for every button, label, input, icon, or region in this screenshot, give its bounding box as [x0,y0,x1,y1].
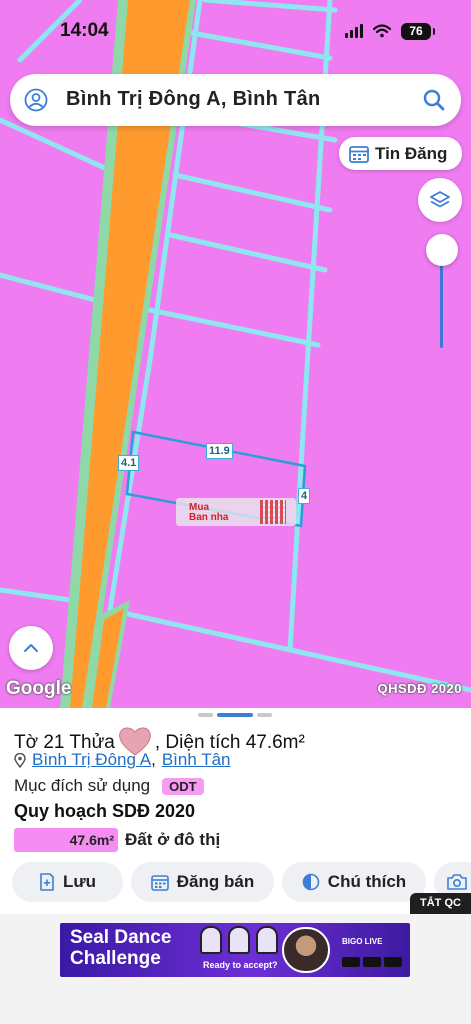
location-separator: , [151,750,156,769]
location-pin-icon [14,752,26,768]
save-button[interactable]: Lưu [12,862,123,902]
status-time: 14:04 [60,20,109,41]
calendar-icon [150,874,169,891]
legend-notes-button-label: Chú thích [327,872,407,891]
google-logo: Google [6,678,72,699]
ad-photo [282,927,330,973]
tin-dang-button[interactable]: Tin Đăng [339,137,462,170]
map-layers-button[interactable] [418,178,462,222]
parcel-top-dimension: 11.9 [206,443,233,459]
tin-dang-label: Tin Đăng [375,143,448,163]
ad-headline-line1: Seal Dance [70,927,172,948]
map-layer-name: QHSDĐ 2020 [377,681,462,696]
cellular-signal-icon [345,24,363,38]
layers-icon [430,191,450,208]
district-link[interactable]: Bình Tân [162,750,231,770]
ad-banner[interactable]: Seal Dance Challenge Ready to accept? BI… [60,923,410,977]
status-icons: 76 [345,20,435,42]
post-sale-button[interactable]: Đăng bán [131,862,274,902]
status-bar: 14:04 76 [0,0,471,62]
land-purpose-label: Mục đích sử dụng [14,776,151,795]
contrast-icon [302,873,320,891]
bookmark-plus-icon [40,873,54,891]
watermark-building-icon [260,500,286,524]
ad-container: Seal Dance Challenge Ready to accept? BI… [0,914,471,1024]
ward-link[interactable]: Bình Trị Đông A [32,750,151,770]
watermark-logo: Mua Ban nha [176,498,296,526]
search-query-text[interactable]: Bình Trị Đông A, Bình Tân [66,88,321,111]
post-sale-button-label: Đăng bán [176,872,255,891]
search-icon[interactable] [421,87,447,113]
plan-legend-row: 47.6m² Đất ở đô thị [14,828,220,852]
ad-character-figures [200,926,278,954]
expand-sheet-button[interactable] [9,626,53,670]
watermark-text-bottom: Ban nha [189,512,229,523]
chevron-up-icon [24,644,38,652]
legend-area-value: 47.6m² [69,832,114,848]
parcel-info-sheet: Tờ 21 Thửa , Diện tích 47.6m² Bình Trị Đ… [0,708,471,914]
land-purpose-badge: ODT [162,777,204,795]
parcel-location: Bình Trị Đông A , Bình Tân [14,750,231,770]
plan-title: Quy hoạch SDĐ 2020 [14,801,196,821]
parcel-right-dimension: 4 [298,488,311,504]
ad-brand: BIGO LIVE [342,937,383,946]
battery-indicator: 76 [401,22,435,40]
listing-calendar-icon [349,145,369,163]
wifi-icon [373,24,391,38]
ad-headline: Seal Dance Challenge [70,927,171,969]
camera-plus-icon [447,874,467,890]
close-ad-button[interactable]: TẮT QC [410,893,471,914]
action-buttons-row: Lưu Đăng bán Chú thích [12,862,471,902]
ad-subline: Ready to accept? [203,960,278,970]
land-purpose-row: Mục đích sử dụng ODT [14,776,204,796]
save-button-label: Lưu [62,872,97,891]
layer-opacity-slider[interactable] [426,234,458,352]
legend-notes-button[interactable]: Chú thích [282,862,426,902]
slider-thumb[interactable] [426,234,458,266]
app-store-badges [342,957,402,967]
sheet-page-indicator[interactable] [198,713,272,717]
legend-land-type: Đất ở đô thị [125,830,221,849]
ad-headline-line2: Challenge [70,948,161,969]
legend-color-swatch: 47.6m² [14,828,118,852]
user-account-icon[interactable] [24,88,48,112]
search-bar[interactable]: Bình Trị Đông A, Bình Tân [10,74,461,126]
parcel-left-dimension: 4.1 [118,455,140,471]
